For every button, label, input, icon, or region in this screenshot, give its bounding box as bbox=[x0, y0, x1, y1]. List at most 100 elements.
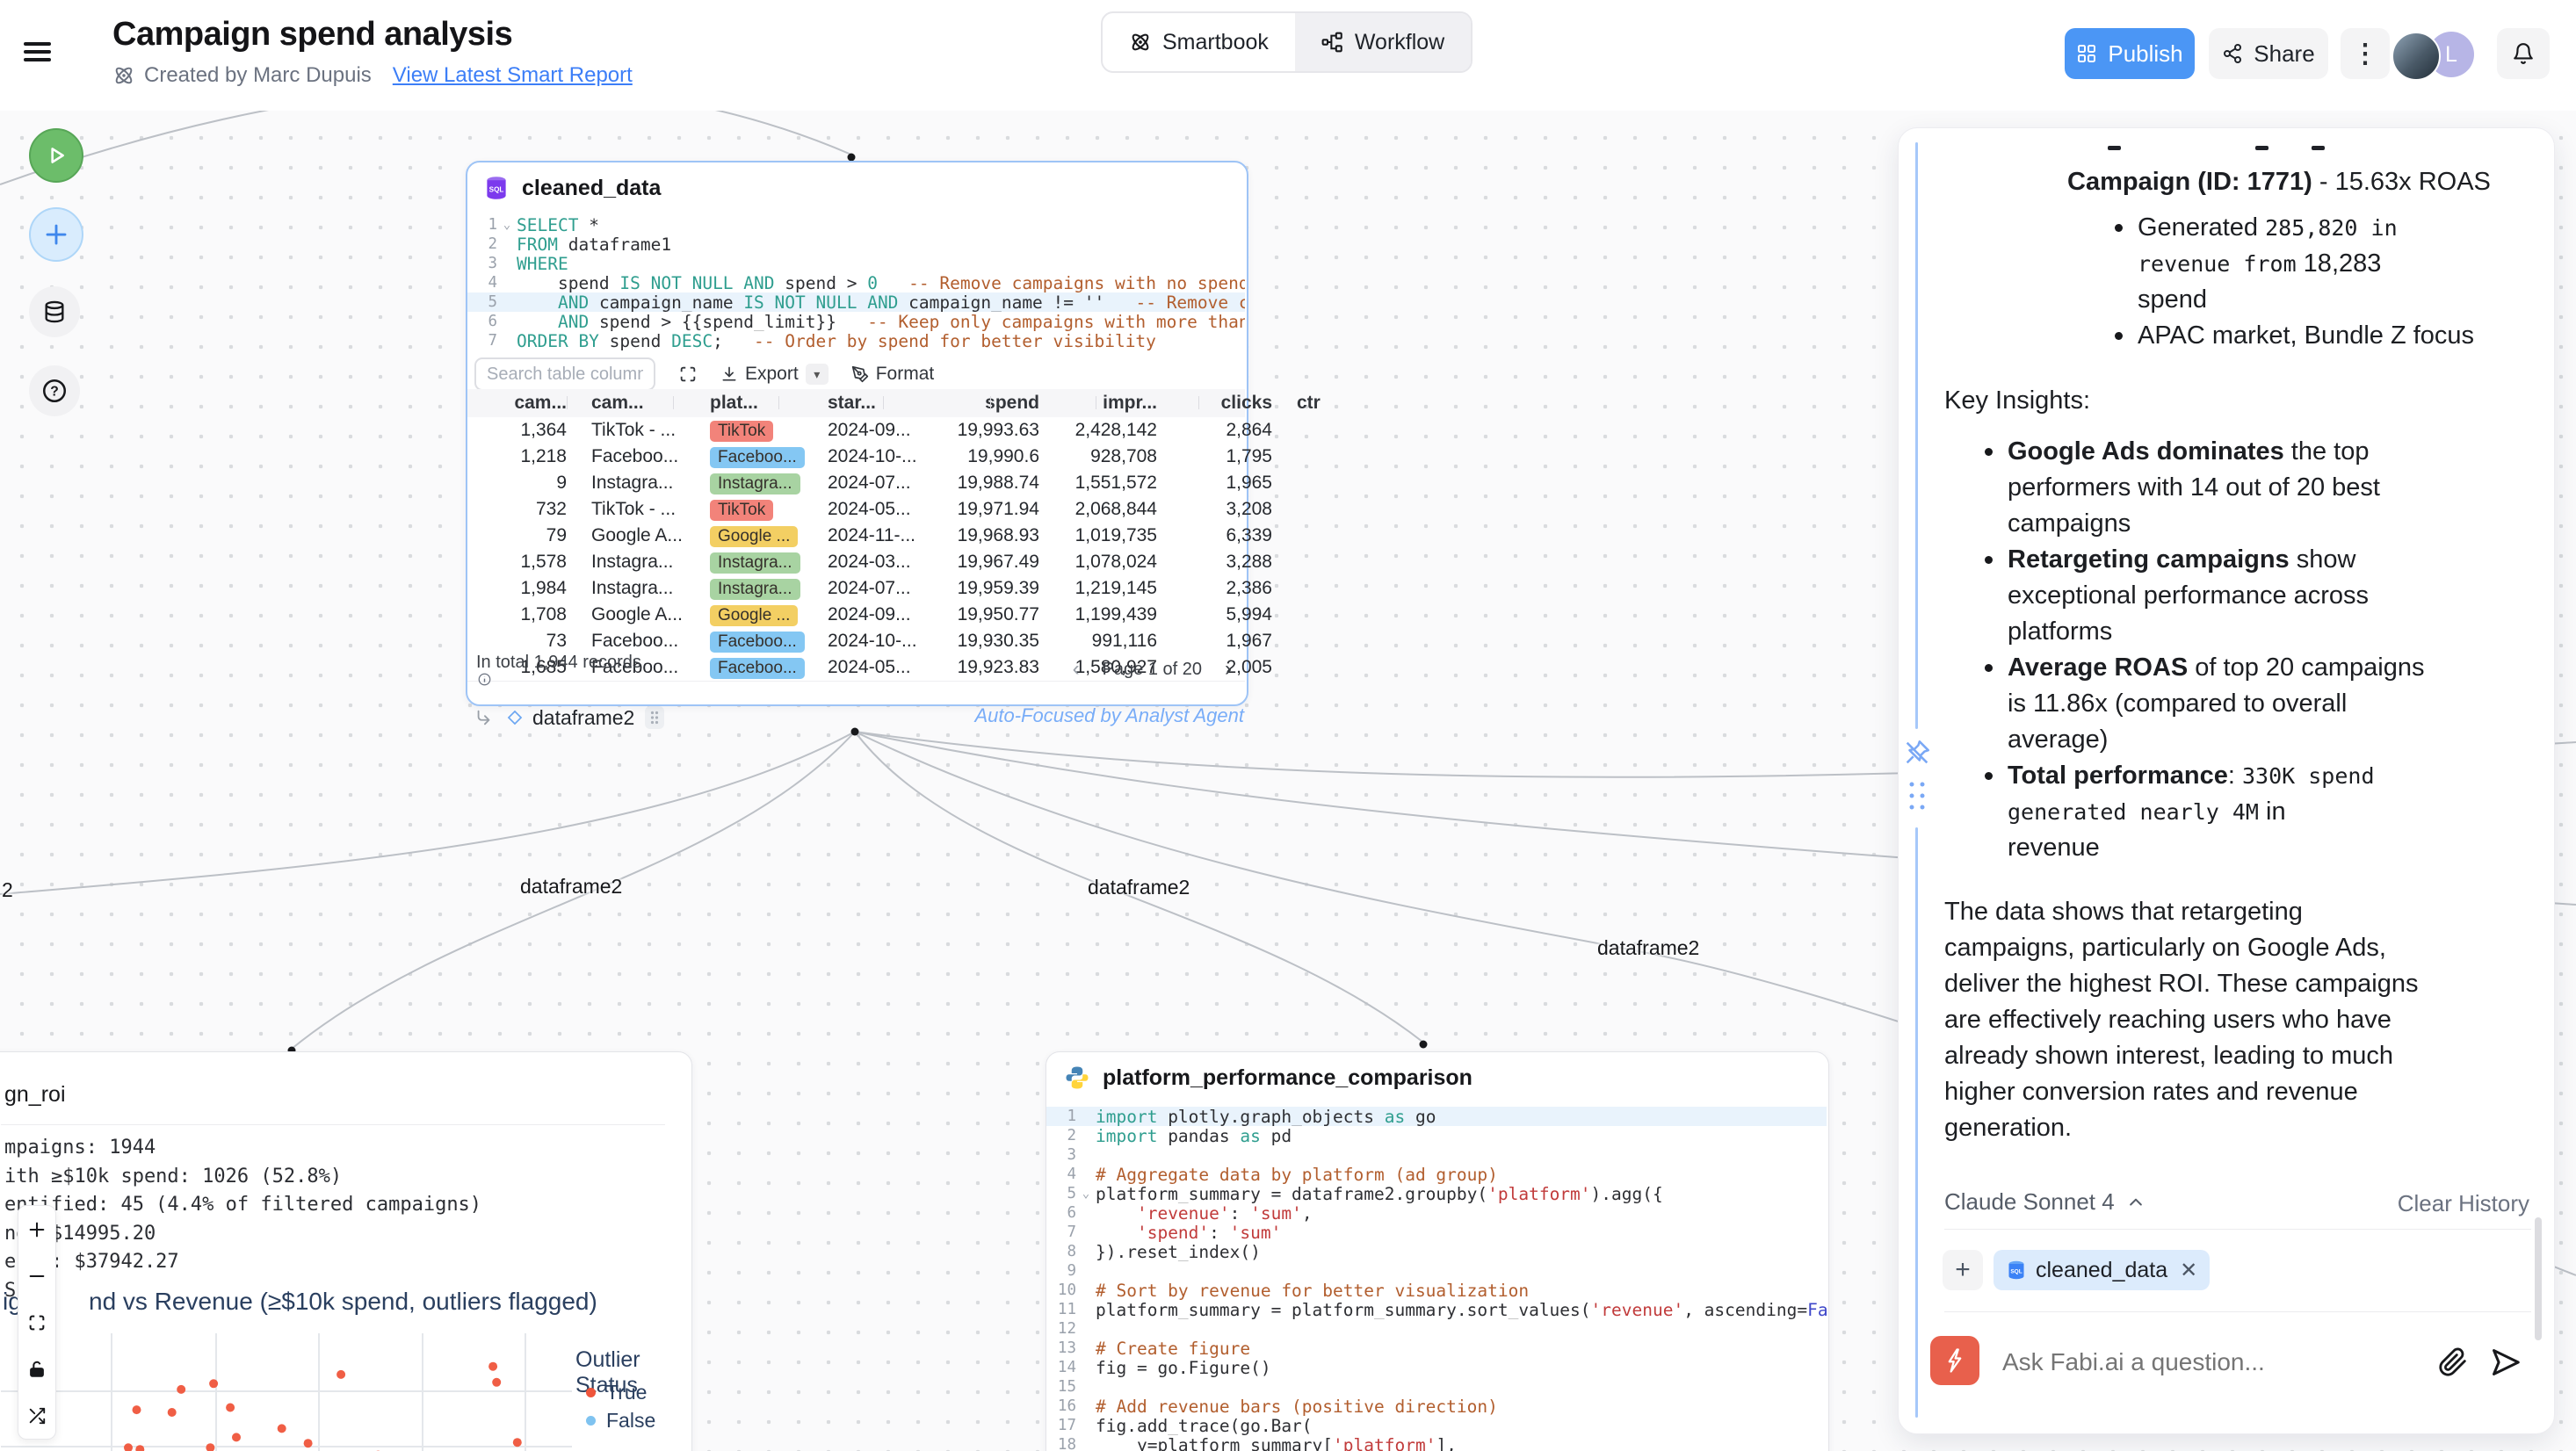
column-header[interactable]: plat... bbox=[698, 393, 815, 414]
legend-entry-true[interactable]: True bbox=[586, 1381, 647, 1404]
node-platform-performance-comparison[interactable]: platform_performance_comparison 1import … bbox=[1046, 1051, 1829, 1451]
code-line[interactable]: 1⌄SELECT * bbox=[467, 215, 1245, 235]
scatter-series-true bbox=[78, 1362, 555, 1451]
next-page-button[interactable]: › bbox=[1225, 657, 1232, 682]
tab-workflow[interactable]: Workflow bbox=[1295, 13, 1471, 71]
code-line[interactable]: 6 AND spend > {{spend_limit}} -- Keep on… bbox=[467, 312, 1245, 331]
column-header[interactable]: star... bbox=[815, 393, 932, 414]
format-pen-icon bbox=[851, 365, 869, 383]
sql-code-editor[interactable]: 1⌄SELECT *2FROM dataframe13WHERE4 spend … bbox=[467, 215, 1245, 350]
table-row[interactable]: 1,708Google A...Google ...2024-09...19,9… bbox=[467, 602, 1245, 629]
panel-scrollbar[interactable] bbox=[2535, 1217, 2542, 1340]
code-line[interactable]: 18 y=platform_summary['platform'], bbox=[1046, 1435, 1827, 1451]
code-line[interactable]: 6 'revenue': 'sum', bbox=[1046, 1203, 1827, 1223]
table-cell: 2,428,142 bbox=[1052, 420, 1169, 441]
column-header[interactable]: spend bbox=[932, 393, 1052, 414]
hamburger-menu-button[interactable] bbox=[24, 39, 54, 69]
python-code-editor[interactable]: 1import plotly.graph_objects as go2impor… bbox=[1046, 1107, 1827, 1451]
run-all-button[interactable] bbox=[29, 128, 83, 183]
chip-close-icon[interactable]: ✕ bbox=[2180, 1258, 2197, 1283]
chat-input[interactable] bbox=[2001, 1342, 2426, 1382]
column-header[interactable]: cam... bbox=[467, 393, 579, 414]
publish-button[interactable]: Publish bbox=[2065, 28, 2195, 79]
table-row[interactable]: 1,218Faceboo...Faceboo...2024-10-...19,9… bbox=[467, 444, 1245, 471]
code-line[interactable]: 11platform_summary = platform_summary.so… bbox=[1046, 1300, 1827, 1319]
table-row[interactable]: 1,364TikTok - ...TikTok2024-09...19,993.… bbox=[467, 417, 1245, 444]
code-line[interactable]: 3WHERE bbox=[467, 254, 1245, 273]
code-line[interactable]: 15 bbox=[1046, 1377, 1827, 1397]
code-line[interactable]: 8}).reset_index() bbox=[1046, 1242, 1827, 1261]
help-button[interactable]: ? bbox=[29, 365, 80, 416]
prev-page-button[interactable]: ‹ bbox=[1073, 657, 1080, 682]
platform-badge: Faceboo... bbox=[710, 632, 805, 653]
table-row[interactable]: 9Instagra...Instagra...2024-07...19,988.… bbox=[467, 470, 1245, 497]
table-cell: 3,208 bbox=[1169, 499, 1284, 520]
table-search-input[interactable] bbox=[474, 357, 655, 391]
lock-canvas-button[interactable] bbox=[18, 1346, 55, 1392]
scatter-plot[interactable] bbox=[1, 1333, 581, 1451]
output-drag-handle[interactable] bbox=[645, 706, 664, 729]
column-header[interactable]: impr... bbox=[1052, 393, 1169, 414]
code-line[interactable]: 13# Create figure bbox=[1046, 1339, 1827, 1358]
user-avatar[interactable] bbox=[2391, 32, 2441, 81]
table-cell: TikTok - ... bbox=[579, 420, 698, 441]
table-row[interactable]: 73Faceboo...Faceboo...2024-10-...19,930.… bbox=[467, 628, 1245, 655]
panel-drag-dots[interactable] bbox=[1906, 780, 1928, 812]
more-options-button[interactable]: ⋮ bbox=[2341, 28, 2390, 79]
expand-table-icon[interactable] bbox=[678, 365, 698, 384]
code-line[interactable]: 2import pandas as pd bbox=[1046, 1126, 1827, 1145]
share-button[interactable]: Share bbox=[2209, 28, 2328, 79]
svg-text:?: ? bbox=[50, 385, 59, 400]
clear-history-button[interactable]: Clear History bbox=[2398, 1190, 2529, 1217]
code-line[interactable]: 16# Add revenue bars (positive direction… bbox=[1046, 1397, 1827, 1416]
model-selector[interactable]: Claude Sonnet 4 bbox=[1944, 1188, 2145, 1216]
code-line[interactable]: 5⌄platform_summary = dataframe2.groupby(… bbox=[1046, 1184, 1827, 1203]
legend-entry-false[interactable]: False bbox=[586, 1409, 655, 1433]
code-line[interactable]: 4# Aggregate data by platform (ad group) bbox=[1046, 1165, 1827, 1184]
code-line[interactable]: 5 AND campaign_name IS NOT NULL AND camp… bbox=[467, 292, 1245, 312]
view-latest-smart-report-link[interactable]: View Latest Smart Report bbox=[393, 63, 633, 88]
shuffle-layout-button[interactable] bbox=[18, 1392, 55, 1439]
column-header[interactable]: ctr bbox=[1284, 393, 1345, 414]
node-cleaned-data[interactable]: SQL cleaned_data 1⌄SELECT *2FROM datafra… bbox=[466, 161, 1248, 706]
code-line[interactable]: 1import plotly.graph_objects as go bbox=[1046, 1107, 1827, 1126]
fit-view-button[interactable] bbox=[18, 1299, 55, 1346]
node-campaign-roi[interactable]: gn_roi mpaigns: 1944ith ≥$10k spend: 102… bbox=[0, 1051, 692, 1451]
code-line[interactable]: 14fig = go.Figure() bbox=[1046, 1358, 1827, 1377]
node-title: platform_performance_comparison bbox=[1103, 1065, 1473, 1091]
column-header[interactable]: clicks bbox=[1169, 393, 1284, 414]
notifications-button[interactable] bbox=[2497, 28, 2550, 79]
format-button[interactable]: Format bbox=[851, 364, 935, 385]
zoom-in-button[interactable] bbox=[18, 1206, 55, 1252]
export-button[interactable]: Export ▾ bbox=[720, 364, 829, 385]
add-node-button[interactable] bbox=[29, 207, 83, 262]
code-line[interactable]: 10# Sort by revenue for better visualiza… bbox=[1046, 1281, 1827, 1300]
table-cell: 1,019,735 bbox=[1052, 525, 1169, 546]
code-line[interactable]: 17fig.add_trace(go.Bar( bbox=[1046, 1416, 1827, 1435]
unpin-panel-icon[interactable] bbox=[1902, 738, 1932, 768]
table-row[interactable]: 1,578Instagra...Instagra...2024-03...19,… bbox=[467, 549, 1245, 576]
zoom-out-button[interactable] bbox=[18, 1252, 55, 1299]
code-line[interactable]: 4 spend IS NOT NULL AND spend > 0 -- Rem… bbox=[467, 273, 1245, 292]
bullet-item: Generated 285,820 inrevenue from 18,283s… bbox=[2109, 210, 2531, 318]
code-line[interactable]: 7ORDER BY spend DESC; -- Order by spend … bbox=[467, 331, 1245, 350]
code-line[interactable]: 2FROM dataframe1 bbox=[467, 235, 1245, 254]
clipped-text-artifact bbox=[2108, 146, 2121, 150]
code-line[interactable]: 12 bbox=[1046, 1319, 1827, 1339]
column-header[interactable]: cam... bbox=[579, 393, 698, 414]
code-line[interactable]: 7 'spend': 'sum' bbox=[1046, 1223, 1827, 1242]
table-row[interactable]: 1,984Instagra...Instagra...2024-07...19,… bbox=[467, 575, 1245, 603]
export-dropdown-chevron[interactable]: ▾ bbox=[806, 364, 829, 385]
table-cell: 928,708 bbox=[1052, 446, 1169, 467]
code-line[interactable]: 9 bbox=[1046, 1261, 1827, 1281]
info-icon[interactable] bbox=[478, 673, 491, 686]
attach-file-icon[interactable] bbox=[2438, 1347, 2468, 1377]
send-message-icon[interactable] bbox=[2489, 1346, 2522, 1379]
table-row[interactable]: 79Google A...Google ...2024-11-...19,968… bbox=[467, 523, 1245, 550]
data-sources-button[interactable] bbox=[29, 286, 80, 337]
add-context-button[interactable]: + bbox=[1943, 1250, 1983, 1290]
table-row[interactable]: 732TikTok - ...TikTok2024-05...19,971.94… bbox=[467, 496, 1245, 523]
context-chip-cleaned-data[interactable]: SQL cleaned_data ✕ bbox=[1994, 1250, 2210, 1290]
tab-smartbook[interactable]: Smartbook bbox=[1103, 13, 1295, 71]
code-line[interactable]: 3 bbox=[1046, 1145, 1827, 1165]
